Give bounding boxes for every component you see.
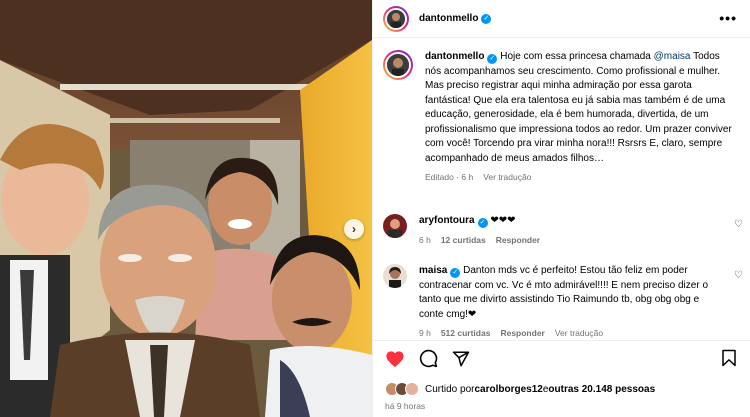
verified-badge-icon: ✓ <box>477 218 488 228</box>
verified-badge-icon: ✓ <box>481 13 492 24</box>
more-options-icon[interactable]: ••• <box>719 10 737 26</box>
author-avatar[interactable] <box>383 5 409 32</box>
comment-username[interactable]: aryfontoura <box>419 215 475 226</box>
post-actions: Curtido por carolborges12 e outras 20.14… <box>373 340 750 417</box>
post-photo[interactable]: › <box>0 0 372 417</box>
author-username[interactable]: dantonmello <box>419 13 478 24</box>
comments-list[interactable]: dantonmello ✓ Hoje com essa princesa cham… <box>373 38 750 340</box>
likes-prefix: Curtido por <box>425 383 475 395</box>
likes-summary: Curtido por carolborges12 e outras 20.14… <box>385 382 655 396</box>
comment-time: 6 h <box>419 234 431 245</box>
comment-likes[interactable]: 12 curtidas <box>441 233 486 248</box>
comment-time: 9 h <box>419 328 431 338</box>
heart-icon[interactable] <box>385 350 405 368</box>
post-time: há 9 horas <box>385 401 426 411</box>
see-translation-link[interactable]: Ver tradução <box>483 170 531 185</box>
comment-text: ❤❤❤ <box>490 215 516 226</box>
reply-button[interactable]: Responder <box>496 233 540 248</box>
caption-text-rest: Todos nós acompanhamos seu crescimento. … <box>425 51 732 164</box>
see-translation-link[interactable]: Ver tradução <box>555 326 603 340</box>
liker-username[interactable]: carolborges12 <box>474 384 542 395</box>
comment-avatar[interactable] <box>383 214 407 238</box>
action-buttons <box>385 349 470 368</box>
likes-count-link[interactable]: outras 20.148 pessoas <box>548 384 655 395</box>
share-icon[interactable] <box>452 350 470 368</box>
bookmark-icon[interactable] <box>721 349 737 367</box>
selfie-photo-illustration <box>0 0 372 417</box>
comment-text: Danton mds vc é perfeito! Estou tão feli… <box>419 265 708 320</box>
caption-meta: Editado · 6 h Ver tradução <box>425 170 735 185</box>
edited-time: Editado · 6 h <box>425 172 474 182</box>
comment-icon[interactable] <box>419 349 438 368</box>
comment-avatar[interactable] <box>383 264 407 288</box>
comment-meta: 9 h 512 curtidas Responder Ver tradução <box>419 326 719 340</box>
instagram-post-view: › dantonmello ✓ ••• dantonmello ✓ Hoje c… <box>0 0 750 417</box>
liker-avatars[interactable] <box>385 382 419 396</box>
comment-likes[interactable]: 512 curtidas <box>441 326 491 340</box>
comment-username[interactable]: maisa <box>419 265 447 276</box>
post-header: dantonmello ✓ ••• <box>373 0 750 38</box>
caption: dantonmello ✓ Hoje com essa princesa cham… <box>383 50 743 185</box>
comment-meta: 6 h 12 curtidas Responder <box>419 233 729 248</box>
chevron-right-icon: › <box>352 222 356 236</box>
reply-button[interactable]: Responder <box>500 326 544 340</box>
verified-badge-icon: ✓ <box>487 54 498 64</box>
like-comment-icon[interactable]: ♡ <box>734 219 743 230</box>
caption-text-start: Hoje com essa princesa chamada <box>500 51 654 62</box>
verified-badge-icon: ✓ <box>450 268 461 278</box>
post-details-panel: dantonmello ✓ ••• dantonmello ✓ Hoje com … <box>372 0 750 417</box>
caption-username[interactable]: dantonmello <box>425 51 484 62</box>
mention-link[interactable]: @maisa <box>654 51 691 62</box>
like-comment-icon[interactable]: ♡ <box>734 270 743 281</box>
next-photo-button[interactable]: › <box>344 219 364 239</box>
comment-item: maisa ✓ Danton mds vc é perfeito! Estou t… <box>383 264 743 340</box>
comment-item: aryfontoura ✓ ❤❤❤ 6 h 12 curtidas Respond… <box>383 214 743 247</box>
caption-avatar[interactable] <box>383 50 413 80</box>
